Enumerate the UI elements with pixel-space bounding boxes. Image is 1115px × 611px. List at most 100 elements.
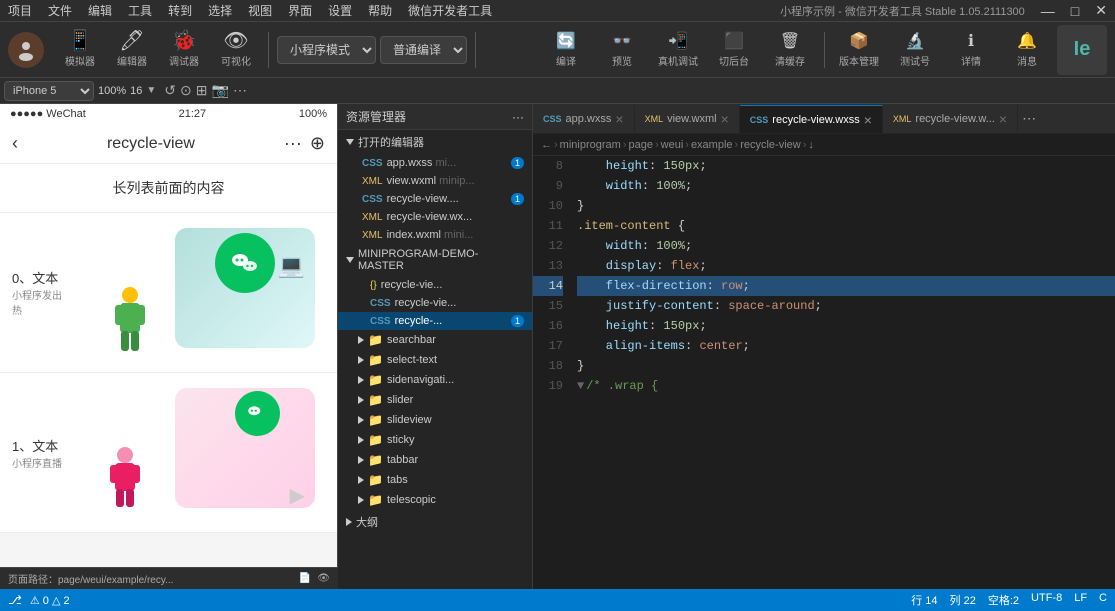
avatar[interactable] xyxy=(8,32,44,68)
phone-nav-more[interactable]: ··· xyxy=(284,133,302,154)
breadcrumb-recycle-view[interactable]: recycle-view xyxy=(740,139,801,151)
status-spaces[interactable]: 空格:2 xyxy=(988,592,1019,608)
menu-item-file[interactable]: 文件 xyxy=(48,2,72,19)
folder-tabs[interactable]: 📁 tabs xyxy=(338,470,532,490)
list-item-0: 0、文本 小程序发出热 xyxy=(0,213,337,373)
folder-telescopic[interactable]: 📁 telescopic xyxy=(338,490,532,510)
backend-button[interactable]: ⬛ 切后台 xyxy=(708,25,760,75)
miniprogram-section[interactable]: MINIPROGRAM-DEMO-MASTER xyxy=(338,244,532,276)
tab-close-icon[interactable]: × xyxy=(615,112,623,126)
status-lang[interactable]: C xyxy=(1099,592,1107,608)
menu-item-select[interactable]: 选择 xyxy=(208,2,232,19)
more-icon[interactable]: ⋯ xyxy=(233,82,247,99)
phone-nav-back[interactable]: ‹ xyxy=(12,133,18,154)
folder-icon-8: 📁 xyxy=(368,473,383,487)
folder-sidenavigation[interactable]: 📁 sidenavigati... xyxy=(338,370,532,390)
file-recycle-css2[interactable]: CSS recycle-vie... xyxy=(338,294,532,312)
device-select[interactable]: iPhone 5 xyxy=(4,81,94,101)
window-close[interactable]: ✕ xyxy=(1095,2,1107,19)
mode-select[interactable]: 小程序模式 xyxy=(277,36,376,64)
menu-item-settings[interactable]: 设置 xyxy=(328,2,352,19)
folder-name-2: select-text xyxy=(387,354,437,366)
folder-tabbar[interactable]: 📁 tabbar xyxy=(338,450,532,470)
file-recycle-js[interactable]: {} recycle-vie... xyxy=(338,276,532,294)
menu-item-tools[interactable]: 工具 xyxy=(128,2,152,19)
tab-app-wxss[interactable]: CSS app.wxss × xyxy=(533,105,635,133)
menu-item-help[interactable]: 帮助 xyxy=(368,2,392,19)
preview-icon: 👓 xyxy=(612,31,632,51)
breadcrumb-down-icon[interactable]: ↓ xyxy=(808,139,814,151)
window-minimize[interactable]: — xyxy=(1041,3,1055,19)
simulator-button[interactable]: 📱 模拟器 xyxy=(56,25,104,75)
navigate-icon[interactable]: ⊞ xyxy=(196,82,208,99)
code-content[interactable]: height: 150px; width: 100%; } .item-cont… xyxy=(569,156,1115,589)
file-recycle-active[interactable]: CSS recycle-... 1 xyxy=(338,312,532,330)
folder-select-text[interactable]: 📁 select-text xyxy=(338,350,532,370)
refresh-icon[interactable]: ↺ xyxy=(164,82,176,99)
file-view-wxml[interactable]: XML view.wxml minip... xyxy=(338,172,532,190)
editor-button[interactable]: 🖊 编辑器 xyxy=(108,25,156,75)
folder-icon: 📁 xyxy=(368,333,383,347)
css-icon: CSS xyxy=(362,158,383,169)
breadcrumb-miniprogram[interactable]: miniprogram xyxy=(560,139,621,151)
window-maximize[interactable]: □ xyxy=(1071,3,1079,19)
tab-view-wxml[interactable]: XML view.wxml × xyxy=(635,105,740,133)
tab-close-icon-2[interactable]: × xyxy=(721,112,729,126)
menu-item-view[interactable]: 视图 xyxy=(248,2,272,19)
file-app-wxss[interactable]: CSS app.wxss mi... 1 xyxy=(338,154,532,172)
breadcrumb-page[interactable]: page xyxy=(628,139,652,151)
folder-slideview[interactable]: 📁 slideview xyxy=(338,410,532,430)
detail-button[interactable]: ℹ 详情 xyxy=(945,25,997,75)
tab-recycle-wxss[interactable]: CSS recycle-view.wxss × xyxy=(740,105,883,133)
breadcrumb-weui[interactable]: weui xyxy=(661,139,684,151)
status-lf[interactable]: LF xyxy=(1074,592,1087,608)
breadcrumb-sep-2: › xyxy=(655,139,659,151)
menu-item-goto[interactable]: 转到 xyxy=(168,2,192,19)
open-editors-section[interactable]: 打开的编辑器 xyxy=(338,130,532,154)
tab-close-icon-4[interactable]: × xyxy=(999,112,1007,126)
logo-button[interactable]: Ie xyxy=(1057,25,1107,75)
folder-arrow-2 xyxy=(358,356,364,364)
breadcrumb-nav-back[interactable]: ← xyxy=(541,139,552,151)
phone-content: 长列表前面的内容 0、文本 小程序发出热 xyxy=(0,164,337,589)
preview-button[interactable]: 👓 预览 xyxy=(596,25,648,75)
phone-nav-action[interactable]: ⊕ xyxy=(310,133,325,154)
wxml-icon-3: XML xyxy=(362,230,383,241)
debugger-button[interactable]: 🐞 调试器 xyxy=(160,25,208,75)
clear-button[interactable]: 🗑 清缓存 xyxy=(764,25,816,75)
message-button[interactable]: 🔔 消息 xyxy=(1001,25,1053,75)
file-recycle-wxml[interactable]: XML recycle-view.wx... xyxy=(338,208,532,226)
version-button[interactable]: 📦 版本管理 xyxy=(833,25,885,75)
code-line-10: } xyxy=(577,196,1115,216)
menu-item-devtools[interactable]: 微信开发者工具 xyxy=(408,2,492,19)
error-count[interactable]: ⚠ 0 △ 2 xyxy=(30,594,70,607)
file-index-wxml[interactable]: XML index.wxml mini... xyxy=(338,226,532,244)
screenshot-icon[interactable]: 📷 xyxy=(212,82,229,99)
status-line[interactable]: 行 14 xyxy=(911,592,937,608)
folder-slider[interactable]: 📁 slider xyxy=(338,390,532,410)
chevron-down-icon[interactable]: ▼ xyxy=(146,85,156,96)
file-recycle-wxss[interactable]: CSS recycle-view.... 1 xyxy=(338,190,532,208)
file-panel-more[interactable]: ··· xyxy=(512,110,524,124)
folder-searchbar[interactable]: 📁 searchbar xyxy=(338,330,532,350)
breadcrumb-example[interactable]: example xyxy=(691,139,733,151)
tab-close-icon-3[interactable]: × xyxy=(864,113,872,127)
test-button[interactable]: 🔬 测试号 xyxy=(889,25,941,75)
menu-item-edit[interactable]: 编辑 xyxy=(88,2,112,19)
toggle-icon[interactable]: ⊙ xyxy=(180,82,192,99)
menu-item-interface[interactable]: 界面 xyxy=(288,2,312,19)
status-col[interactable]: 列 22 xyxy=(950,592,976,608)
status-encoding[interactable]: UTF-8 xyxy=(1031,592,1062,608)
visible-button[interactable]: 👁 可视化 xyxy=(212,25,260,75)
folder-sticky[interactable]: 📁 sticky xyxy=(338,430,532,450)
menu-item-project[interactable]: 项目 xyxy=(8,2,32,19)
compile-select[interactable]: 普通编译 xyxy=(380,36,467,64)
tab-recycle-wxml[interactable]: XML recycle-view.w... × xyxy=(883,105,1018,133)
phone-footer-icon-2[interactable]: 👁 xyxy=(317,573,330,584)
compile-button[interactable]: 🔄 编译 xyxy=(540,25,592,75)
tabs-overflow-icon[interactable]: ⋯ xyxy=(1022,110,1036,127)
folder-arrow-6 xyxy=(358,436,364,444)
outline-section[interactable]: 大纲 xyxy=(338,510,532,534)
phone-footer-icon-1[interactable]: 📄 xyxy=(299,573,311,584)
real-debug-button[interactable]: 📲 真机调试 xyxy=(652,25,704,75)
